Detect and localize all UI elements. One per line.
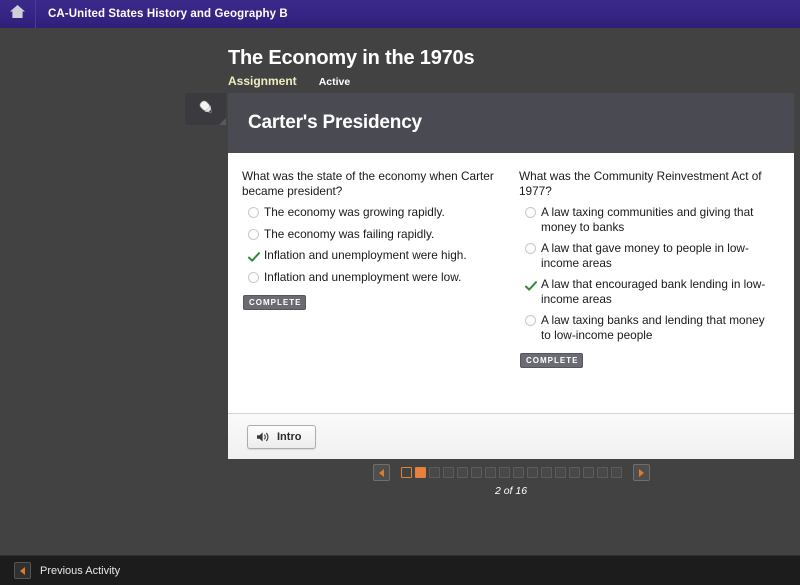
- answer-option[interactable]: Inflation and unemployment were low.: [242, 270, 495, 285]
- radio-unselected-icon: [524, 315, 536, 326]
- pagination-next-button[interactable]: [632, 464, 650, 481]
- intro-audio-button[interactable]: Intro: [247, 424, 317, 449]
- card-body: What was the state of the economy when C…: [228, 153, 794, 413]
- answer-option-label: A law taxing banks and lending that mone…: [541, 313, 765, 342]
- option-marker: [242, 205, 264, 218]
- pagination-dot-15[interactable]: [596, 467, 608, 478]
- pagination-dot-9[interactable]: [512, 467, 524, 478]
- pagination-dot-6[interactable]: [470, 467, 482, 478]
- option-marker: [242, 248, 264, 262]
- option-marker: [519, 205, 541, 218]
- activity-type-label: Assignment: [228, 74, 297, 88]
- pagination-dot-5[interactable]: [456, 467, 468, 478]
- pencil-icon: [196, 97, 216, 122]
- card-title: Carter's Presidency: [248, 112, 422, 133]
- answer-option-correct[interactable]: Inflation and unemployment were high.: [242, 248, 495, 263]
- intro-audio-button-label: Intro: [277, 430, 302, 443]
- pagination-dot-13[interactable]: [568, 467, 580, 478]
- radio-unselected-icon: [524, 207, 536, 218]
- pagination-dot-11[interactable]: [540, 467, 552, 478]
- answer-option[interactable]: A law taxing banks and lending that mone…: [519, 313, 776, 342]
- answer-option[interactable]: A law taxing communities and giving that…: [519, 205, 776, 234]
- triangle-right-icon: [638, 468, 644, 477]
- pagination-dot-1[interactable]: [400, 467, 412, 478]
- answer-option-correct[interactable]: A law that encouraged bank lending in lo…: [519, 277, 776, 306]
- answer-option-label: A law that gave money to people in low-i…: [541, 241, 749, 270]
- pagination-dot-12[interactable]: [554, 467, 566, 478]
- pagination-dot-7[interactable]: [484, 467, 496, 478]
- pagination-previous-button[interactable]: [372, 464, 390, 481]
- top-navigation-bar: CA-United States History and Geography B: [0, 0, 800, 28]
- status-badge: COMPLETE: [520, 353, 584, 368]
- home-button[interactable]: [0, 0, 36, 28]
- previous-activity-label: Previous Activity: [40, 564, 121, 577]
- answer-option-label: A law taxing communities and giving that…: [541, 205, 754, 234]
- page-title: The Economy in the 1970s: [228, 47, 475, 69]
- answer-option[interactable]: The economy was growing rapidly.: [242, 205, 495, 220]
- edit-notes-tab[interactable]: [185, 93, 226, 125]
- lesson-header: The Economy in the 1970s Assignment Acti…: [228, 46, 794, 88]
- answer-option-label: A law that encouraged bank lending in lo…: [541, 277, 766, 306]
- bottom-navigation-bar: Previous Activity: [0, 555, 800, 585]
- status-badge: COMPLETE: [243, 295, 307, 310]
- radio-unselected-icon: [247, 228, 259, 240]
- card-footer-toolbar: Intro: [228, 413, 794, 459]
- previous-activity-icon-box: [14, 562, 31, 579]
- radio-unselected-icon: [524, 243, 536, 254]
- checkmark-icon: [524, 279, 537, 291]
- activity-status-label: Active: [318, 76, 351, 88]
- pagination-dot-10[interactable]: [526, 467, 538, 478]
- answer-option-label: The economy was failing rapidly.: [264, 226, 435, 241]
- pagination-dot-4[interactable]: [442, 467, 454, 478]
- answer-option-list: The economy was growing rapidly. The eco…: [242, 205, 495, 284]
- speaker-icon: [256, 431, 270, 443]
- answer-option-label: Inflation and unemployment were low.: [264, 269, 462, 284]
- pagination-dot-3[interactable]: [428, 467, 440, 478]
- previous-activity-button[interactable]: Previous Activity: [14, 562, 120, 579]
- answer-option[interactable]: The economy was failing rapidly.: [242, 227, 495, 242]
- option-marker: [242, 270, 264, 283]
- question-prompt: What was the state of the economy when C…: [242, 169, 494, 198]
- pagination-bar: [228, 464, 794, 481]
- option-marker: [519, 241, 541, 254]
- checkmark-icon: [247, 250, 260, 262]
- home-icon: [9, 4, 26, 24]
- question-prompt: What was the Community Reinvestment Act …: [519, 169, 762, 198]
- pagination-dot-8[interactable]: [498, 467, 510, 478]
- radio-unselected-icon: [247, 207, 259, 218]
- option-marker: [519, 277, 541, 291]
- triangle-left-icon: [20, 566, 25, 575]
- answer-option-label: Inflation and unemployment were high.: [264, 248, 467, 262]
- pagination-dot-16[interactable]: [610, 467, 622, 478]
- answer-option-list: A law taxing communities and giving that…: [519, 205, 776, 342]
- option-marker: [519, 313, 541, 326]
- course-title: CA-United States History and Geography B: [48, 8, 288, 20]
- activity-card: Carter's Presidency What was the state o…: [228, 93, 794, 459]
- card-header: Carter's Presidency: [228, 93, 794, 153]
- answer-option[interactable]: A law that gave money to people in low-i…: [519, 241, 776, 270]
- question-block-1: What was the state of the economy when C…: [242, 169, 511, 413]
- question-block-2: What was the Community Reinvestment Act …: [511, 169, 780, 413]
- answer-option-label: The economy was growing rapidly.: [264, 205, 445, 219]
- pagination-dot-14[interactable]: [582, 467, 594, 478]
- triangle-left-icon: [378, 468, 384, 477]
- option-marker: [242, 227, 264, 240]
- radio-unselected-icon: [247, 271, 259, 283]
- pagination-counter: 2 of 16: [494, 485, 528, 497]
- lesson-meta: Assignment Active: [228, 74, 794, 88]
- pagination-dot-2[interactable]: [414, 467, 426, 478]
